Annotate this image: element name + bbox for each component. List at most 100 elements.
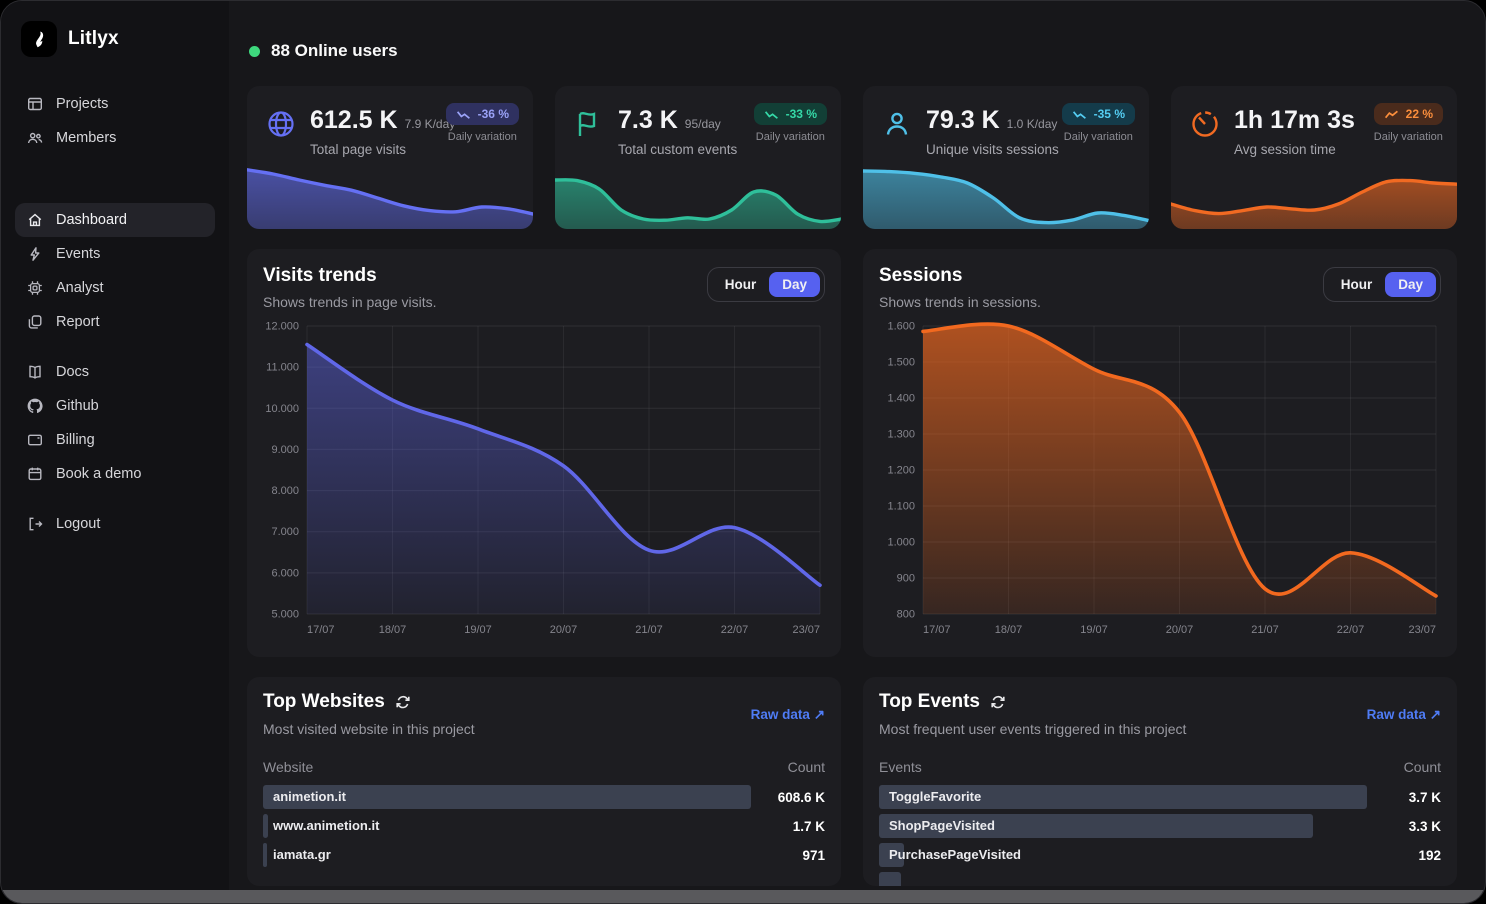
toggle-day-button[interactable]: Day — [769, 272, 820, 297]
svg-text:22/07: 22/07 — [721, 624, 749, 636]
row-bar — [263, 843, 267, 867]
svg-text:1.200: 1.200 — [887, 465, 915, 477]
window-bottom-scrollbar[interactable] — [1, 890, 1485, 903]
sidebar-item-logout[interactable]: Logout — [15, 507, 215, 541]
sidebar-item-book-a-demo[interactable]: Book a demo — [15, 457, 215, 491]
table-row: PurchasePageVisited 192 — [879, 843, 1441, 867]
trend-down-icon — [764, 109, 779, 120]
stat-rate: 1.0 K/day — [1007, 117, 1058, 131]
svg-text:900: 900 — [897, 573, 915, 585]
svg-text:1.400: 1.400 — [887, 393, 915, 405]
svg-text:18/07: 18/07 — [995, 624, 1023, 636]
svg-text:23/07: 23/07 — [792, 624, 820, 636]
stat-value: 1h 17m 3s — [1234, 106, 1355, 135]
stat-rate: 95/day — [685, 117, 721, 131]
svg-text:1.000: 1.000 — [887, 537, 915, 549]
svg-text:11.000: 11.000 — [266, 362, 299, 374]
calendar-icon — [27, 466, 43, 482]
users-icon — [27, 130, 43, 146]
stat-label: Total custom events — [618, 142, 737, 157]
stat-value: 7.3 K — [618, 106, 678, 135]
arrow-up-right-icon: ↗ — [814, 707, 825, 722]
logout-icon — [27, 516, 43, 532]
svg-text:1.600: 1.600 — [887, 321, 915, 333]
svg-text:20/07: 20/07 — [550, 624, 578, 636]
sidebar-item-analyst[interactable]: Analyst — [15, 271, 215, 305]
column-header-count: Count — [788, 759, 825, 775]
sessions-chart: 1.6001.5001.4001.3001.2001.1001.00090080… — [877, 318, 1444, 640]
sidebar-item-projects[interactable]: Projects — [15, 87, 215, 121]
visits-trends-chart: 12.00011.00010.0009.0008.0007.0006.0005.… — [261, 318, 828, 640]
stat-cards-row: 612.5 K7.9 K/day Total page visits -36 %… — [247, 86, 1457, 229]
chart-title: Sessions — [879, 265, 1041, 287]
top-websites-panel: Top Websites Most visited website in thi… — [247, 677, 841, 886]
charts-row: Visits trends Shows trends in page visit… — [247, 249, 1457, 657]
column-header-events: Events — [879, 759, 922, 775]
svg-text:22/07: 22/07 — [1337, 624, 1365, 636]
github-icon — [27, 398, 43, 414]
svg-text:10.000: 10.000 — [265, 403, 299, 415]
daily-variation-badge: -35 % — [1062, 103, 1135, 125]
online-dot-icon — [249, 46, 260, 57]
sidebar-item-docs[interactable]: Docs — [15, 355, 215, 389]
svg-text:23/07: 23/07 — [1408, 624, 1436, 636]
svg-text:6.000: 6.000 — [271, 567, 299, 579]
user-icon — [881, 108, 913, 140]
svg-text:17/07: 17/07 — [923, 624, 951, 636]
daily-variation-badge: -36 % — [446, 103, 519, 125]
tables-row: Top Websites Most visited website in thi… — [247, 677, 1457, 886]
stat-value: 612.5 K — [310, 106, 398, 135]
table-row: ToggleFavorite 3.7 K — [879, 785, 1441, 809]
daily-variation-badge: 22 % — [1374, 103, 1443, 125]
row-bar — [879, 872, 901, 886]
stat-label: Unique visits sessions — [926, 142, 1059, 157]
sessions-panel: Sessions Shows trends in sessions. Hour … — [863, 249, 1457, 657]
svg-text:21/07: 21/07 — [635, 624, 663, 636]
sidebar: Litlyx Projects Members Dashboard Events… — [1, 1, 229, 903]
table-title: Top Events — [879, 691, 980, 713]
refresh-icon[interactable] — [395, 694, 411, 710]
stat-value: 79.3 K — [926, 106, 1000, 135]
main-content: 88 Online users 612.5 K7.9 K/day Total p… — [229, 1, 1485, 903]
sidebar-item-members[interactable]: Members — [15, 121, 215, 155]
table-row: iamata.gr 971 — [263, 843, 825, 867]
daily-variation-label: Daily variation — [754, 131, 827, 143]
online-users: 88 Online users — [249, 41, 1457, 61]
toggle-day-button[interactable]: Day — [1385, 272, 1436, 297]
row-bar — [263, 814, 268, 838]
chip-icon — [27, 280, 43, 296]
toggle-hour-button[interactable]: Hour — [712, 272, 770, 297]
table-title: Top Websites — [263, 691, 385, 713]
daily-variation-label: Daily variation — [446, 131, 519, 143]
hour-day-toggle: Hour Day — [707, 267, 825, 302]
table-subtitle: Most frequent user events triggered in t… — [879, 721, 1186, 737]
online-users-label: 88 Online users — [271, 41, 398, 61]
sidebar-item-report[interactable]: Report — [15, 305, 215, 339]
raw-data-link[interactable]: Raw data ↗ — [1367, 707, 1441, 723]
refresh-icon[interactable] — [990, 694, 1006, 710]
chart-subtitle: Shows trends in page visits. — [263, 294, 437, 310]
sidebar-item-billing[interactable]: Billing — [15, 423, 215, 457]
daily-variation-label: Daily variation — [1062, 131, 1135, 143]
sidebar-item-events[interactable]: Events — [15, 237, 215, 271]
stat-card-total-page-visits: 612.5 K7.9 K/day Total page visits -36 %… — [247, 86, 533, 229]
stat-card-total-custom-events: 7.3 K95/day Total custom events -33 % Da… — [555, 86, 841, 229]
stat-label: Avg session time — [1234, 142, 1362, 157]
table-row: animetion.it 608.6 K — [263, 785, 825, 809]
svg-text:7.000: 7.000 — [271, 526, 299, 538]
daily-variation-label: Daily variation — [1374, 131, 1443, 143]
raw-data-link[interactable]: Raw data ↗ — [751, 707, 825, 723]
svg-text:1.500: 1.500 — [887, 357, 915, 369]
litlyx-logo — [21, 21, 57, 57]
toggle-hour-button[interactable]: Hour — [1328, 272, 1386, 297]
sparkline-chart — [247, 157, 533, 229]
sidebar-item-dashboard[interactable]: Dashboard — [15, 203, 215, 237]
svg-text:1.100: 1.100 — [887, 501, 915, 513]
svg-text:19/07: 19/07 — [1080, 624, 1108, 636]
table-subtitle: Most visited website in this project — [263, 721, 475, 737]
svg-text:20/07: 20/07 — [1166, 624, 1194, 636]
chart-title: Visits trends — [263, 265, 437, 287]
zap-icon — [27, 246, 43, 262]
stat-card-avg-session-time: 1h 17m 3s Avg session time 22 % Daily va… — [1171, 86, 1457, 229]
sidebar-item-github[interactable]: Github — [15, 389, 215, 423]
